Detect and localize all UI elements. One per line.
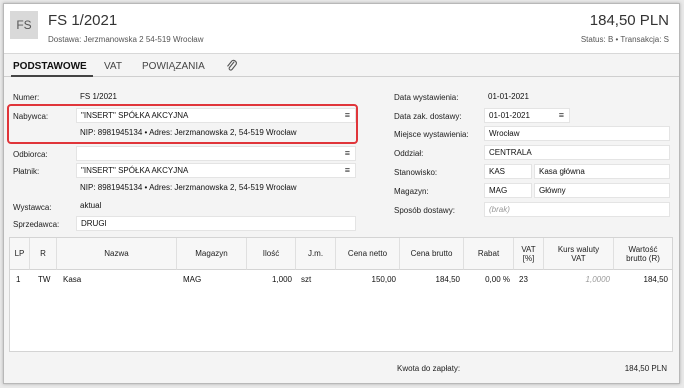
invoice-window: FS FS 1/2021 Dostawa: Jerzmanowska 2 54-…: [3, 3, 680, 384]
stanowisko-name-field[interactable]: Kasa główna: [534, 164, 670, 179]
col-header-nazwa[interactable]: Nazwa: [57, 238, 177, 270]
oddzial-field[interactable]: CENTRALA: [484, 145, 670, 160]
cell-lp: 1: [16, 275, 21, 284]
col-header-vat[interactable]: VAT [%]: [514, 238, 544, 270]
document-header: FS FS 1/2021 Dostawa: Jerzmanowska 2 54-…: [4, 4, 679, 54]
data-zak-menu-icon[interactable]: ≡: [559, 109, 564, 122]
numer-field[interactable]: FS 1/2021: [76, 90, 356, 105]
magazyn-code-field[interactable]: MAG: [484, 183, 532, 198]
kwota-value: 184,50 PLN: [624, 364, 667, 373]
kwota-label: Kwota do zapłaty:: [397, 364, 461, 373]
wystawca-label: Wystawca:: [13, 203, 52, 212]
cell-nazwa: Kasa: [63, 275, 82, 284]
magazyn-name-field[interactable]: Główny: [534, 183, 670, 198]
payment-footer: Kwota do zapłaty: 184,50 PLN: [4, 354, 679, 382]
col-header-lp[interactable]: LP: [10, 238, 30, 270]
document-status: Status: B • Transakcja: S: [580, 35, 669, 44]
cell-ilosc: 1,000: [271, 275, 292, 284]
data-wystawienia-label: Data wystawienia:: [394, 93, 459, 102]
stanowisko-code-field[interactable]: KAS: [484, 164, 532, 179]
active-tab-indicator: [11, 75, 93, 77]
tab-powiazania[interactable]: POWIĄZANIA: [142, 61, 205, 72]
platnik-field[interactable]: "INSERT" SPÓŁKA AKCYJNA ≡: [76, 163, 356, 178]
col-header-cena-brutto[interactable]: Cena brutto: [400, 238, 464, 270]
odbiorca-field[interactable]: ≡: [76, 146, 356, 161]
data-zak-field[interactable]: 01-01-2021 ≡: [484, 108, 570, 123]
attachment-icon[interactable]: [226, 59, 238, 73]
document-amount: 184,50 PLN: [589, 12, 669, 29]
platnik-value: "INSERT" SPÓŁKA AKCYJNA: [81, 166, 189, 175]
col-header-ilosc[interactable]: Ilość: [247, 238, 296, 270]
col-header-r[interactable]: R: [30, 238, 57, 270]
tab-podstawowe[interactable]: PODSTAWOWE: [13, 61, 87, 72]
col-header-jm[interactable]: J.m.: [296, 238, 336, 270]
wystawca-field[interactable]: aktual: [76, 199, 356, 214]
cell-kurs-waluty: 1,0000: [585, 275, 610, 284]
cell-cena-brutto: 184,50: [435, 275, 460, 284]
col-header-wartosc-brutto[interactable]: Wartość brutto (R): [614, 238, 672, 270]
nabywca-highlight: [7, 104, 358, 144]
cell-wartosc-brutto: 184,50: [643, 275, 668, 284]
magazyn-label: Magazyn:: [394, 187, 429, 196]
data-wystawienia-field[interactable]: 01-01-2021: [484, 90, 574, 105]
data-zak-value: 01-01-2021: [489, 111, 530, 120]
stanowisko-label: Stanowisko:: [394, 168, 438, 177]
cell-cena-netto: 150,00: [371, 275, 396, 284]
sposob-dostawy-field[interactable]: (brak): [484, 202, 670, 217]
col-header-rabat[interactable]: Rabat: [464, 238, 514, 270]
platnik-menu-icon[interactable]: ≡: [345, 164, 350, 177]
col-header-kurs-waluty[interactable]: Kurs waluty VAT: [544, 238, 614, 270]
odbiorca-label: Odbiorca:: [13, 150, 48, 159]
cell-magazyn: MAG: [183, 275, 202, 284]
odbiorca-menu-icon[interactable]: ≡: [345, 147, 350, 160]
document-type-badge: FS: [10, 11, 38, 39]
miejsce-label: Miejsce wystawienia:: [394, 130, 469, 139]
oddzial-label: Oddział:: [394, 149, 424, 158]
delivery-address: Dostawa: Jerzmanowska 2 54-519 Wrocław: [48, 35, 204, 44]
sposob-dostawy-label: Sposób dostawy:: [394, 206, 455, 215]
tab-bar: PODSTAWOWE VAT POWIĄZANIA: [4, 55, 679, 77]
document-title: FS 1/2021: [48, 12, 118, 29]
cell-jm: szt: [301, 275, 312, 284]
sprzedawca-field[interactable]: DRUGI: [76, 216, 356, 231]
platnik-label: Płatnik:: [13, 167, 40, 176]
col-header-magazyn[interactable]: Magazyn: [177, 238, 247, 270]
miejsce-field[interactable]: Wrocław: [484, 126, 670, 141]
numer-label: Numer:: [13, 93, 40, 102]
cell-vat: 23: [519, 275, 528, 284]
cell-r: TW: [38, 275, 51, 284]
col-header-cena-netto[interactable]: Cena netto: [336, 238, 400, 270]
tab-vat[interactable]: VAT: [104, 61, 122, 72]
sprzedawca-label: Sprzedawca:: [13, 220, 60, 229]
items-table: LP R Nazwa Magazyn Ilość J.m. Cena netto…: [9, 237, 673, 352]
cell-rabat: 0,00 %: [485, 275, 510, 284]
data-zak-label: Data zak. dostawy:: [394, 112, 462, 121]
platnik-info: NIP: 8981945134 • Adres: Jerzmanowska 2,…: [80, 183, 297, 192]
